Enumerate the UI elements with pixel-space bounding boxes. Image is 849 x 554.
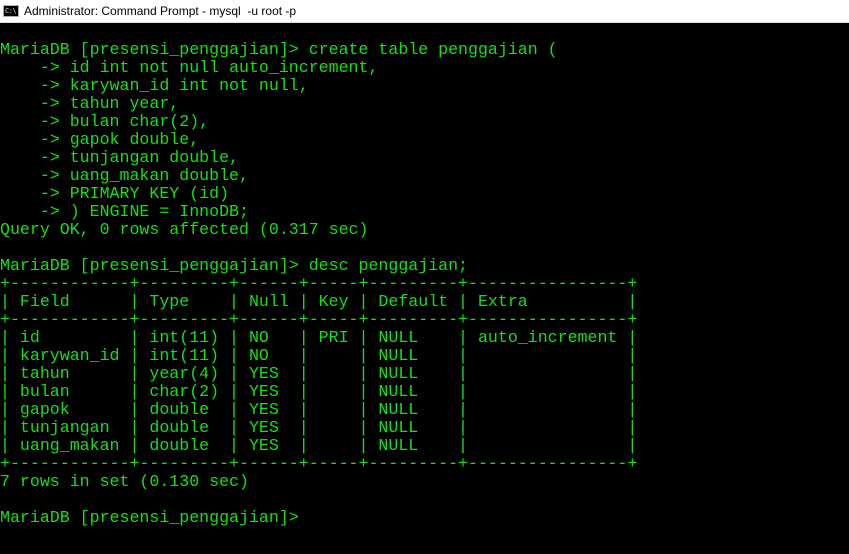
console-line: -> uang_makan double, bbox=[0, 166, 249, 185]
console-line: MariaDB [presensi_penggajian]> desc peng… bbox=[0, 256, 469, 275]
title-bar[interactable]: C:\ Administrator: Command Prompt - mysq… bbox=[0, 0, 849, 23]
console-line: -> bulan char(2), bbox=[0, 112, 210, 131]
table-row: | tahun | year(4) | YES | | NULL | | bbox=[0, 364, 638, 383]
table-header-row: | Field | Type | Null | Key | Default | … bbox=[0, 292, 638, 311]
console-line: -> karywan_id int not null, bbox=[0, 76, 309, 95]
table-border: +------------+---------+------+-----+---… bbox=[0, 310, 638, 329]
command-prompt-input[interactable]: MariaDB [presensi_penggajian]> bbox=[0, 509, 849, 527]
console-output[interactable]: MariaDB [presensi_penggajian]> create ta… bbox=[0, 41, 849, 554]
table-row: | tunjangan | double | YES | | NULL | | bbox=[0, 418, 638, 437]
console-line: MariaDB [presensi_penggajian]> create ta… bbox=[0, 41, 558, 59]
table-row: | id | int(11) | NO | PRI | NULL | auto_… bbox=[0, 328, 638, 347]
console-line: -> gapok double, bbox=[0, 130, 200, 149]
console-line: -> ) ENGINE = InnoDB; bbox=[0, 202, 249, 221]
table-row: | bulan | char(2) | YES | | NULL | | bbox=[0, 382, 638, 401]
window-title: Administrator: Command Prompt - mysql -u… bbox=[24, 4, 297, 18]
command-prompt-icon-glyph: C:\ bbox=[5, 7, 17, 15]
console-line: -> tahun year, bbox=[0, 94, 180, 113]
query-result-status: Query OK, 0 rows affected (0.317 sec) bbox=[0, 220, 369, 239]
command-prompt-icon: C:\ bbox=[3, 5, 19, 17]
console-line: -> id int not null auto_increment, bbox=[0, 58, 379, 77]
table-row: | uang_makan | double | YES | | NULL | | bbox=[0, 436, 638, 455]
command-prompt-window: C:\ Administrator: Command Prompt - mysq… bbox=[0, 0, 849, 554]
table-row: | karywan_id | int(11) | NO | | NULL | | bbox=[0, 346, 638, 365]
table-border: +------------+---------+------+-----+---… bbox=[0, 274, 638, 293]
table-border: +------------+---------+------+-----+---… bbox=[0, 454, 638, 473]
row-count-status: 7 rows in set (0.130 sec) bbox=[0, 472, 249, 491]
console-line: -> tunjangan double, bbox=[0, 148, 239, 167]
console-line: -> PRIMARY KEY (id) bbox=[0, 184, 230, 203]
table-row: | gapok | double | YES | | NULL | | bbox=[0, 400, 638, 419]
